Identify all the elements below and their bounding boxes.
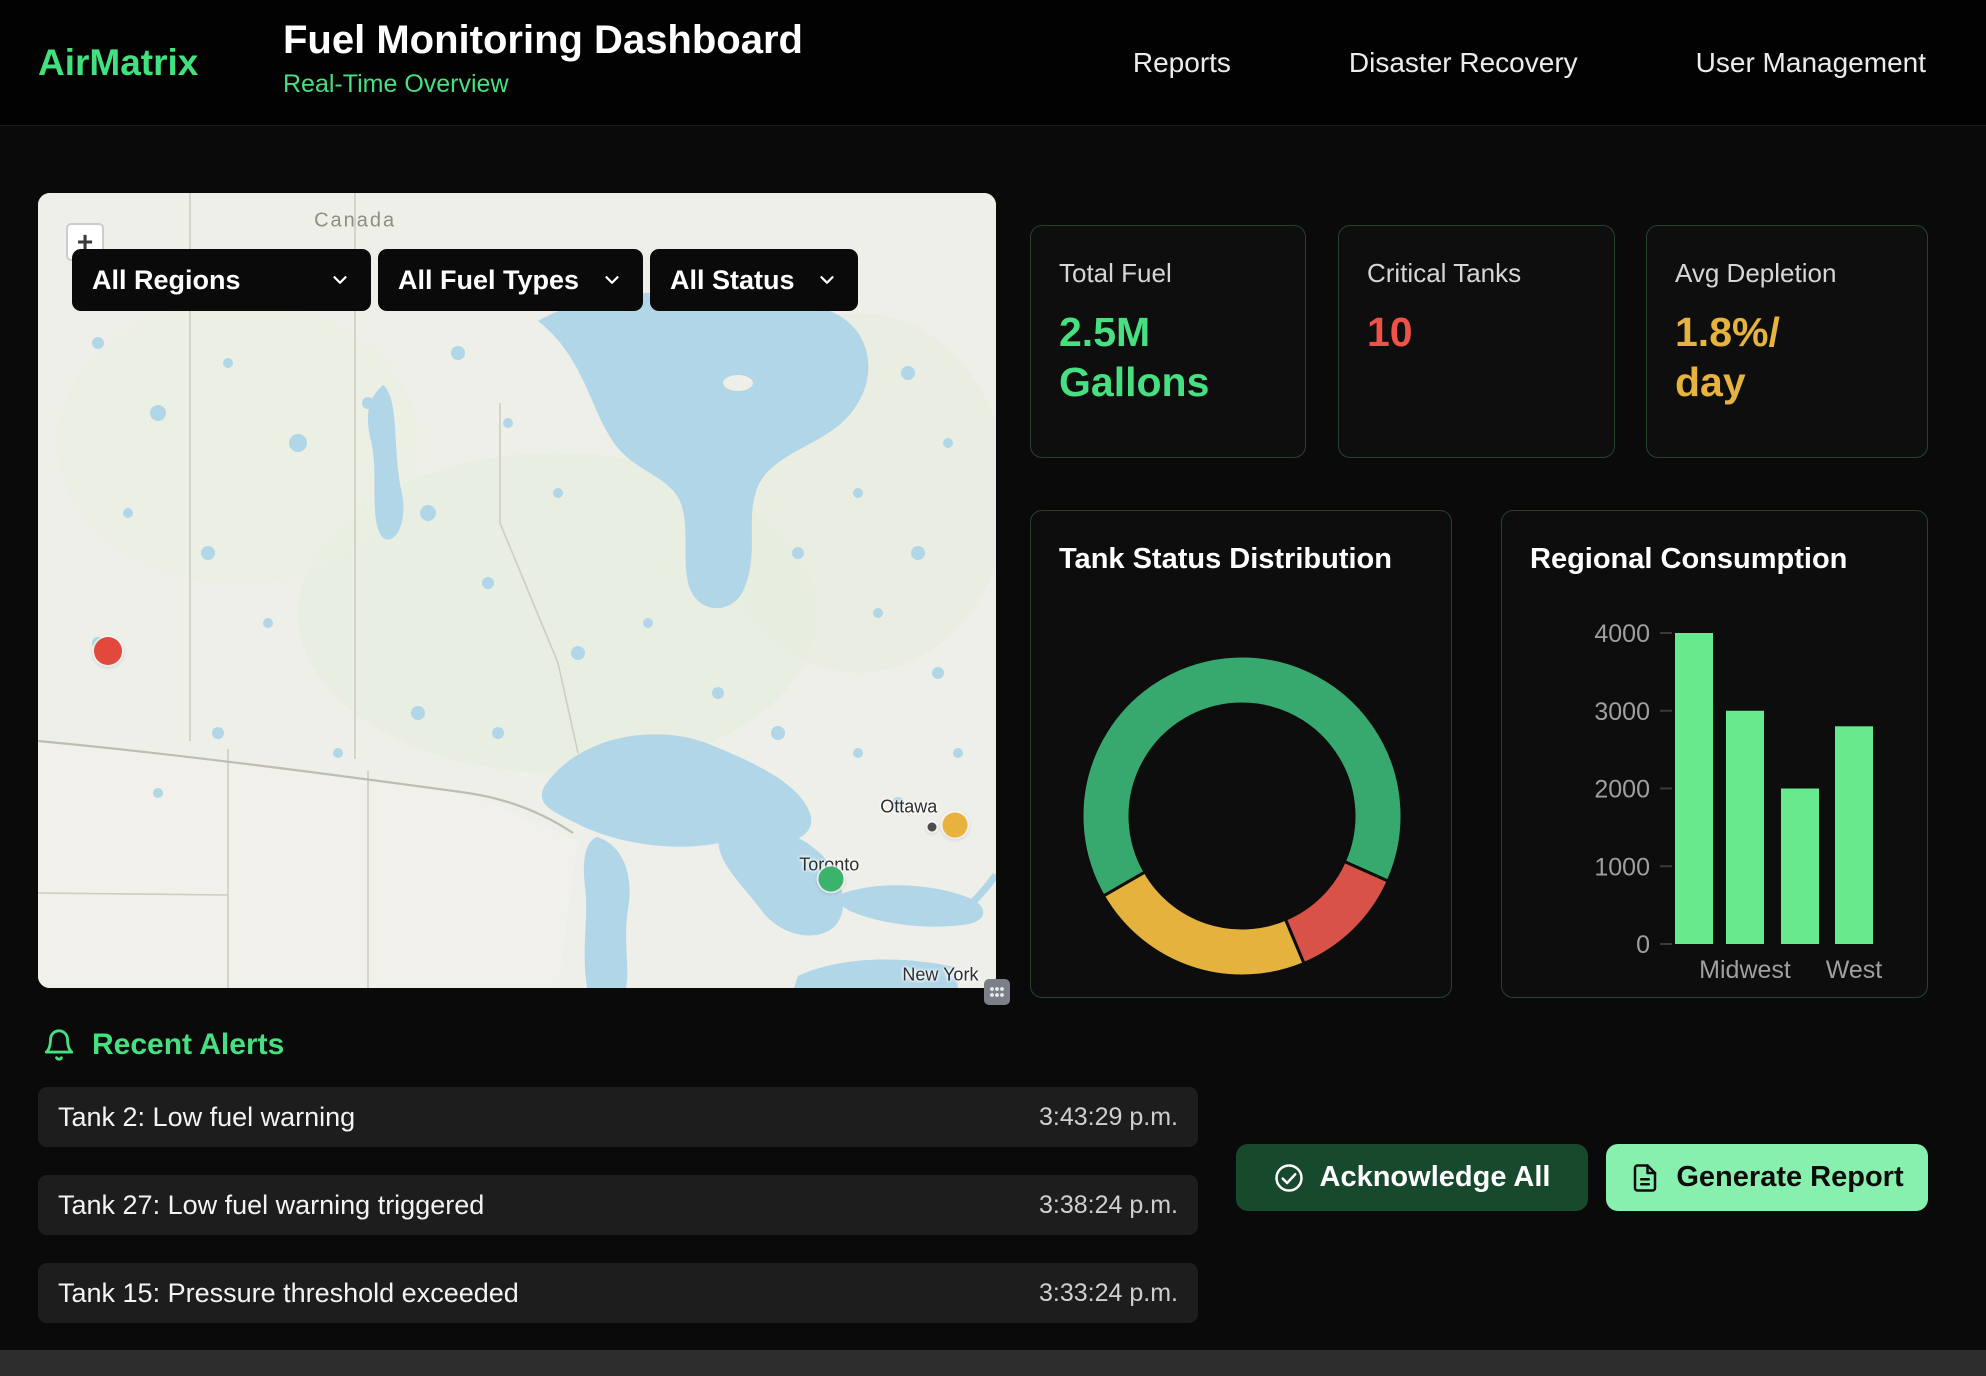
map-label-new-york: New York (902, 965, 978, 986)
stat-card-critical-tanks: Critical Tanks 10 (1338, 225, 1615, 458)
alert-time: 3:38:24 p.m. (1039, 1191, 1178, 1220)
stat-value: 10 (1367, 307, 1535, 357)
bar-1 (1726, 711, 1764, 944)
chevron-down-icon (601, 269, 623, 291)
alert-message: Tank 15: Pressure threshold exceeded (58, 1278, 519, 1309)
chevron-down-icon (329, 269, 351, 291)
alert-time: 3:43:29 p.m. (1039, 1103, 1178, 1132)
donut-segment-yellow (1103, 872, 1304, 976)
x-axis-tick: Midwest (1699, 956, 1791, 984)
acknowledge-all-label: Acknowledge All (1320, 1161, 1551, 1194)
alert-message: Tank 27: Low fuel warning triggered (58, 1190, 484, 1221)
y-axis-tick: 2000 (1594, 776, 1650, 804)
filter-regions-dropdown[interactable]: All Regions (72, 249, 371, 311)
map-label-canada: Canada (314, 209, 396, 232)
map[interactable]: CanadaOttawaTorontoNew York + All Region… (38, 193, 996, 988)
tank-status-donut-chart (1031, 601, 1453, 999)
nav-reports[interactable]: Reports (1133, 47, 1231, 79)
filter-status-dropdown[interactable]: All Status (650, 249, 858, 311)
filter-fuel-types-label: All Fuel Types (398, 265, 579, 296)
bar-0 (1675, 633, 1713, 944)
stat-card-total-fuel: Total Fuel 2.5M Gallons (1030, 225, 1306, 458)
regional-consumption-card: Regional Consumption 0 1000 2000 3000 4000 Mi… (1501, 510, 1928, 998)
title-block: Fuel Monitoring Dashboard Real-Time Over… (283, 18, 803, 99)
donut-segment-red (1285, 862, 1388, 964)
map-label-ottawa: Ottawa (880, 796, 937, 817)
tank-marker-warning[interactable] (942, 813, 967, 838)
tank-marker-critical[interactable] (94, 637, 122, 665)
stat-label: Critical Tanks (1367, 258, 1586, 289)
alert-row[interactable]: Tank 15: Pressure threshold exceeded 3:3… (38, 1263, 1198, 1323)
alert-row[interactable]: Tank 2: Low fuel warning 3:43:29 p.m. (38, 1087, 1198, 1147)
regional-consumption-title: Regional Consumption (1530, 543, 1899, 576)
tank-marker-normal[interactable] (819, 867, 844, 892)
acknowledge-all-button[interactable]: Acknowledge All (1236, 1144, 1588, 1211)
alert-row[interactable]: Tank 27: Low fuel warning triggered 3:38… (38, 1175, 1198, 1235)
alert-message: Tank 2: Low fuel warning (58, 1102, 355, 1133)
stat-value: 2.5M Gallons (1059, 307, 1227, 407)
bar-3 (1835, 726, 1873, 944)
page-title: Fuel Monitoring Dashboard (283, 18, 803, 62)
regional-consumption-bar-chart: 0 1000 2000 3000 4000 Midwest West (1502, 601, 1929, 991)
y-axis-tick: 3000 (1594, 698, 1650, 726)
page-subtitle: Real-Time Overview (283, 70, 803, 99)
alert-time: 3:33:24 p.m. (1039, 1279, 1178, 1308)
chevron-down-icon (816, 269, 838, 291)
filter-status-label: All Status (670, 265, 795, 296)
tank-status-card: Tank Status Distribution (1030, 510, 1452, 998)
y-axis-tick: 4000 (1594, 620, 1650, 648)
tank-status-title: Tank Status Distribution (1059, 543, 1423, 576)
alerts-heading: Recent Alerts (42, 1028, 284, 1062)
header: AirMatrix Fuel Monitoring Dashboard Real… (0, 0, 1986, 126)
x-axis-tick: West (1826, 956, 1883, 984)
filter-regions-label: All Regions (92, 265, 241, 296)
generate-report-button[interactable]: Generate Report (1606, 1144, 1928, 1211)
nav-user-management[interactable]: User Management (1696, 47, 1926, 79)
nav-disaster-recovery[interactable]: Disaster Recovery (1349, 47, 1578, 79)
y-axis-tick: 0 (1636, 931, 1650, 959)
bottom-strip (0, 1350, 1986, 1376)
filter-fuel-types-dropdown[interactable]: All Fuel Types (378, 249, 643, 311)
app-root: AirMatrix Fuel Monitoring Dashboard Real… (0, 0, 1986, 1376)
stat-label: Total Fuel (1059, 258, 1277, 289)
map-filter-bar: All Regions All Fuel Types All Status (72, 249, 858, 311)
stat-label: Avg Depletion (1675, 258, 1899, 289)
city-dot (927, 823, 936, 832)
stat-card-avg-depletion: Avg Depletion 1.8%/ day (1646, 225, 1928, 458)
donut-segment-green (1082, 656, 1402, 896)
bell-icon (42, 1028, 76, 1062)
stat-value: 1.8%/ day (1675, 307, 1843, 407)
map-overlay-layer: CanadaOttawaTorontoNew York (38, 193, 996, 988)
drag-handle-icon[interactable] (984, 979, 1010, 1005)
generate-report-label: Generate Report (1676, 1161, 1903, 1194)
bar-2 (1781, 789, 1819, 945)
alerts-heading-label: Recent Alerts (92, 1028, 284, 1062)
file-text-icon (1630, 1163, 1660, 1193)
main-nav: Reports Disaster Recovery User Managemen… (1133, 0, 1926, 125)
y-axis-tick: 1000 (1594, 853, 1650, 881)
logo[interactable]: AirMatrix (38, 42, 198, 84)
check-circle-icon (1274, 1163, 1304, 1193)
